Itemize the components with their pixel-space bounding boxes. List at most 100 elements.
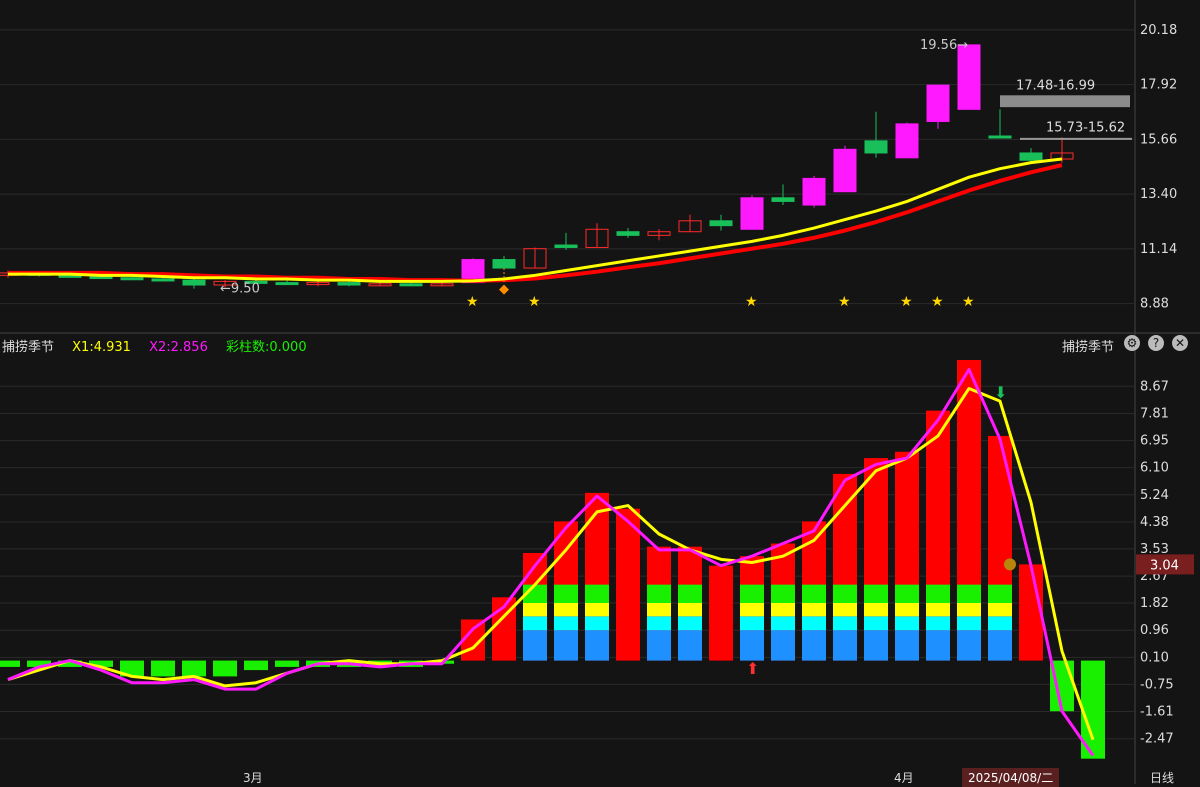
candle-body — [120, 277, 144, 281]
rainbow-segment — [802, 584, 826, 603]
rainbow-segment — [988, 603, 1012, 617]
rainbow-segment — [771, 603, 795, 617]
month-label-april: 4月 — [894, 771, 914, 785]
indicator-tick-label: 8.67 — [1140, 379, 1169, 394]
rainbow-segment — [771, 630, 795, 661]
x2-value: X2:2.856 — [149, 340, 208, 355]
indicator-bar — [275, 660, 299, 667]
indicator-bar — [0, 660, 20, 667]
help-icon[interactable]: ? — [1148, 335, 1164, 351]
candle-body — [709, 220, 733, 227]
rainbow-segment — [957, 603, 981, 617]
indicator-bar — [1019, 564, 1043, 661]
indicator-tick-label: 4.38 — [1140, 515, 1169, 530]
indicator-title: 捕捞季节 — [1062, 340, 1115, 355]
rainbow-segment — [895, 616, 919, 631]
candle-body — [1019, 152, 1043, 161]
rainbow-segment — [833, 603, 857, 617]
indicator-bar — [213, 660, 237, 677]
price-tick-label: 13.40 — [1140, 187, 1177, 202]
close-icon[interactable]: ✕ — [1172, 335, 1188, 351]
rainbow-segment — [957, 616, 981, 631]
rainbow-segment — [585, 630, 609, 661]
price-tick-label: 20.18 — [1140, 23, 1177, 38]
rainbow-segment — [647, 584, 671, 603]
star-icon: ★ — [931, 294, 944, 310]
price-tick-label: 15.66 — [1140, 132, 1177, 147]
rainbow-segment — [802, 603, 826, 617]
rainbow-segment — [678, 630, 702, 661]
high-price-label: 19.56→ — [920, 38, 968, 53]
star-icon: ★ — [838, 294, 851, 310]
rainbow-segment — [740, 603, 764, 617]
indicator-tick-label: 6.10 — [1140, 461, 1169, 476]
rainbow-segment — [926, 616, 950, 631]
rainbow-segment — [864, 630, 888, 661]
rainbow-segment — [678, 616, 702, 631]
rainbow-segment — [895, 603, 919, 617]
up-arrow-icon: ⬆ — [746, 659, 759, 678]
chart-canvas[interactable]: 20.18 17.92 15.66 13.40 11.14 8.88 8.67 7.81 6.9… — [0, 0, 1200, 784]
rainbow-segment — [988, 584, 1012, 603]
rainbow-segment — [740, 584, 764, 603]
bars-count: 彩柱数:0.000 — [226, 340, 307, 355]
month-label-march: 3月 — [243, 771, 263, 785]
current-dot — [1004, 558, 1016, 571]
indicator-bar — [709, 565, 733, 661]
candle-body — [151, 278, 175, 282]
star-icon: ★ — [745, 294, 758, 310]
indicator-tick-label: -0.75 — [1140, 677, 1174, 692]
rainbow-segment — [647, 603, 671, 617]
candle-body — [833, 148, 857, 193]
rainbow-segment — [678, 603, 702, 617]
candle-body — [864, 140, 888, 154]
rainbow-segment — [926, 584, 950, 603]
rainbow-segment — [988, 616, 1012, 631]
candle-body — [89, 276, 113, 280]
rainbow-segment — [802, 616, 826, 631]
rainbow-segment — [585, 584, 609, 603]
indicator-bar — [151, 660, 175, 677]
price-band-1-label: 17.48-16.99 — [1016, 78, 1095, 93]
candle-body — [895, 123, 919, 159]
rainbow-segment — [554, 616, 578, 631]
star-icon: ★ — [466, 294, 479, 310]
rainbow-segment — [864, 616, 888, 631]
indicator-bar — [182, 660, 206, 677]
diamond-icon: ◆ — [499, 282, 509, 297]
x1-value: X1:4.931 — [72, 340, 131, 355]
candle-body — [926, 84, 950, 122]
rainbow-segment — [988, 630, 1012, 661]
price-tick-label: 11.14 — [1140, 242, 1177, 257]
current-value-text: 3.04 — [1150, 558, 1179, 573]
rainbow-segment — [523, 616, 547, 631]
price-tick-label: 8.88 — [1140, 297, 1169, 312]
rainbow-segment — [771, 584, 795, 603]
rainbow-segment — [926, 630, 950, 661]
settings-icon[interactable]: ⚙ — [1124, 335, 1140, 351]
indicator-tick-label: 7.81 — [1140, 406, 1169, 421]
rainbow-segment — [895, 584, 919, 603]
rainbow-segment — [833, 584, 857, 603]
indicator-bar — [616, 508, 640, 661]
candle-body — [399, 283, 423, 287]
rainbow-segment — [895, 630, 919, 661]
rainbow-segment — [864, 603, 888, 617]
indicator-tick-label: 1.82 — [1140, 596, 1169, 611]
candle-body — [492, 259, 516, 269]
rainbow-segment — [771, 616, 795, 631]
indicator-legend: 捕捞季节 X1:4.931 X2:2.856 彩柱数:0.000 — [2, 336, 321, 355]
low-price-label: ←9.50 — [220, 282, 260, 297]
rainbow-segment — [678, 584, 702, 603]
candle-body — [616, 231, 640, 236]
rainbow-segment — [833, 630, 857, 661]
rainbow-segment — [554, 603, 578, 617]
candle-body — [771, 197, 795, 202]
rainbow-segment — [554, 630, 578, 661]
star-icon: ★ — [900, 294, 913, 310]
rainbow-segment — [864, 584, 888, 603]
candle-body — [988, 135, 1012, 139]
indicator-tick-label: -1.61 — [1140, 705, 1174, 720]
rainbow-segment — [554, 584, 578, 603]
candle-body — [337, 282, 361, 286]
